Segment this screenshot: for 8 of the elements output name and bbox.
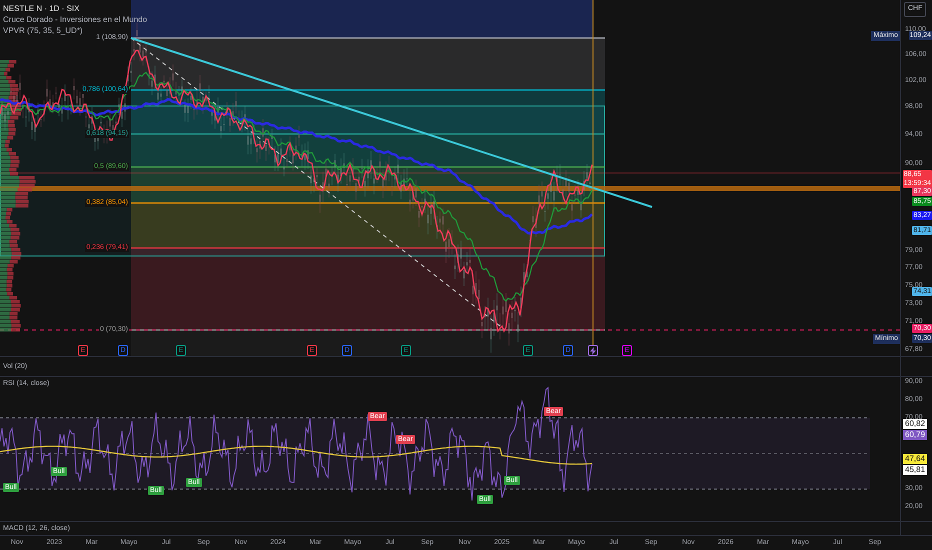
rsi-badge: 45,81 — [903, 465, 928, 475]
lightning-icon[interactable] — [588, 345, 598, 356]
legend-text: Cruce Dorado - Inversiones en el Mundo — [3, 14, 148, 25]
legend-text: VPVR (75, 35, 5_UD*) — [3, 25, 84, 36]
rsi-badge: 60,82 — [903, 419, 928, 429]
rsi-badge: 60,79 — [903, 430, 928, 440]
legend-text: NESTLE N · 1D · SIX — [3, 3, 80, 14]
rsi-badge: 47,64 — [903, 454, 928, 464]
